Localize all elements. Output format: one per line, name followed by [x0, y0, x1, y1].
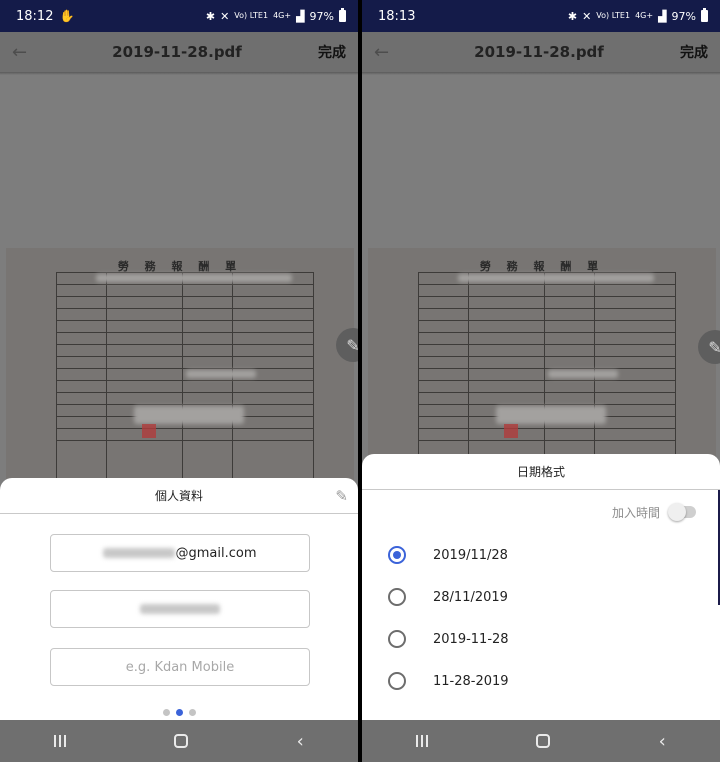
phone-redacted [140, 604, 220, 614]
done-button[interactable]: 完成 [680, 42, 708, 62]
email-domain: @gmail.com [175, 545, 257, 561]
bluetooth-icon: ✱ [205, 9, 216, 23]
date-option-1[interactable]: 2019/11/28 [362, 534, 720, 576]
battery-icon [339, 8, 346, 22]
back-chevron-icon[interactable]: ‹ [659, 731, 666, 752]
date-format-sheet: 日期格式 加入時間 2019/11/28 28/11/2019 2019-11-… [362, 454, 720, 720]
back-chevron-icon[interactable]: ‹ [297, 731, 304, 752]
back-arrow-icon[interactable]: ← [374, 42, 398, 63]
battery-icon [701, 8, 708, 22]
radio-unselected[interactable] [388, 630, 406, 648]
mute-icon: ✕ [582, 9, 592, 23]
bluetooth-icon: ✱ [567, 9, 578, 23]
network-type: 4G+ [273, 11, 292, 20]
option-label: 2019/11/28 [433, 547, 508, 563]
phone-field[interactable] [50, 590, 310, 628]
status-time: 18:13 [378, 8, 416, 24]
status-time: 18:12 [16, 8, 54, 24]
volte-label: Vo) LTE1 [596, 11, 631, 20]
back-arrow-icon[interactable]: ← [12, 42, 36, 63]
status-bar: 18:13 ✱ ✕ Vo) LTE1 4G+ ▟ 97% [362, 0, 720, 32]
done-button[interactable]: 完成 [318, 42, 346, 62]
add-time-toggle[interactable] [668, 503, 696, 521]
date-option-4[interactable]: 11-28-2019 [362, 660, 720, 702]
navigation-bar: ‹ [0, 720, 358, 762]
personal-info-sheet: 個人資料 ✎ @gmail.com e.g. Kdan Mobile [0, 478, 358, 720]
volte-label: Vo) LTE1 [234, 11, 269, 20]
signal-icon: ▟ [658, 9, 667, 23]
left-screen: 18:12 ✋ ✱ ✕ Vo) LTE1 4G+ ▟ 97% ← 2019-11… [0, 0, 358, 762]
recent-apps-icon[interactable] [54, 735, 67, 747]
page-indicator [0, 709, 358, 716]
pencil-icon[interactable]: ✎ [335, 487, 348, 505]
network-type: 4G+ [635, 11, 654, 20]
sheet-title: 日期格式 [516, 465, 565, 479]
option-label: 2019-11-28 [433, 631, 509, 647]
radio-unselected[interactable] [388, 588, 406, 606]
mute-icon: ✕ [220, 9, 230, 23]
option-label: 11-28-2019 [433, 673, 509, 689]
page-dot-active[interactable] [175, 709, 183, 716]
email-user-redacted [103, 548, 176, 558]
battery-percent: 97% [309, 9, 334, 23]
home-icon[interactable] [174, 734, 189, 748]
recent-apps-icon[interactable] [416, 735, 429, 747]
sheet-title: 個人資料 [154, 489, 203, 503]
date-option-3[interactable]: 2019-11-28 [362, 618, 720, 660]
option-label: 28/11/2019 [433, 589, 508, 605]
status-bar: 18:12 ✋ ✱ ✕ Vo) LTE1 4G+ ▟ 97% [0, 0, 358, 32]
signal-icon: ▟ [296, 9, 305, 23]
page-dot[interactable] [188, 709, 196, 716]
email-field[interactable]: @gmail.com [50, 534, 310, 572]
company-placeholder: e.g. Kdan Mobile [125, 659, 235, 675]
add-time-label: 加入時間 [611, 505, 660, 520]
home-icon[interactable] [536, 734, 551, 748]
battery-percent: 97% [671, 9, 696, 23]
document-title: 2019-11-28.pdf [474, 43, 604, 61]
page-dot[interactable] [162, 709, 170, 716]
hand-icon: ✋ [59, 9, 75, 23]
radio-selected[interactable] [388, 546, 406, 564]
navigation-bar: ‹ [362, 720, 720, 762]
company-field[interactable]: e.g. Kdan Mobile [50, 648, 310, 686]
document-title: 2019-11-28.pdf [112, 43, 242, 61]
date-option-2[interactable]: 28/11/2019 [362, 576, 720, 618]
toolbar: ← 2019-11-28.pdf 完成 [362, 32, 720, 72]
radio-unselected[interactable] [388, 672, 406, 690]
right-screen: 18:13 ✱ ✕ Vo) LTE1 4G+ ▟ 97% ← 2019-11-2… [362, 0, 720, 762]
toolbar: ← 2019-11-28.pdf 完成 [0, 32, 358, 72]
